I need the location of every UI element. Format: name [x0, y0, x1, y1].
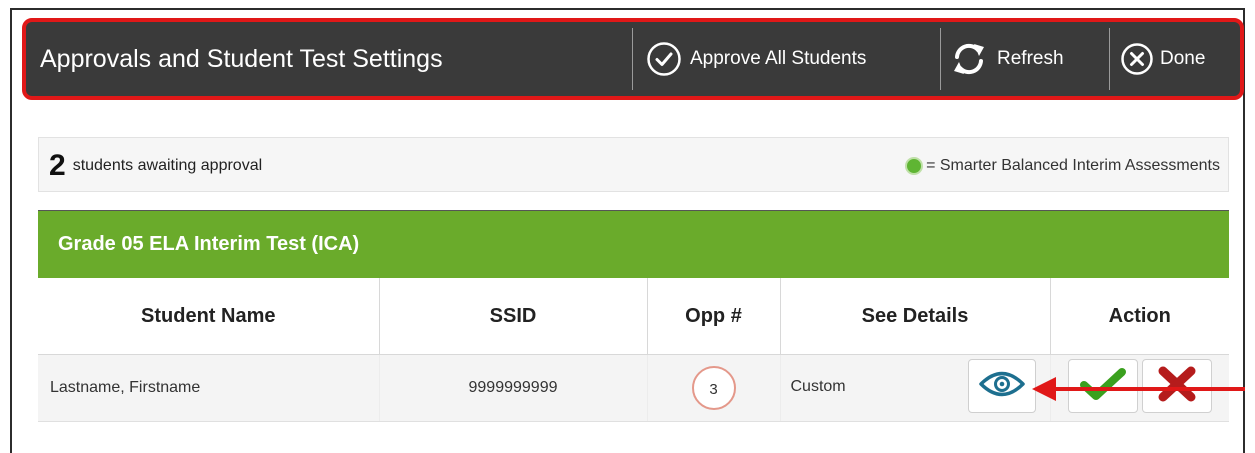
legend-text: = Smarter Balanced Interim Assessments: [926, 156, 1220, 174]
page-title: Approvals and Student Test Settings: [40, 45, 443, 73]
see-details-cell: Custom: [780, 354, 1051, 422]
test-group-header: Grade 05 ELA Interim Test (ICA): [38, 210, 1229, 278]
column-header-opp: Opp #: [647, 278, 781, 355]
column-header-student-name: Student Name: [38, 278, 380, 355]
done-label: Done: [1160, 48, 1206, 69]
ssid-cell: 9999999999: [379, 354, 648, 422]
column-header-action: Action: [1050, 278, 1229, 355]
dialog-header: Approvals and Student Test Settings Appr…: [22, 18, 1244, 100]
column-header-ssid: SSID: [379, 278, 648, 355]
awaiting-count-number: 2: [49, 148, 66, 182]
done-button[interactable]: Done: [1120, 22, 1205, 96]
eye-icon: [978, 369, 1026, 404]
legend: = Smarter Balanced Interim Assessments: [905, 138, 1220, 193]
awaiting-count-text: students awaiting approval: [72, 156, 263, 174]
refresh-label: Refresh: [997, 48, 1064, 69]
refresh-icon: [950, 40, 988, 78]
close-circle-icon: [1120, 42, 1154, 76]
see-details-button[interactable]: [967, 359, 1036, 413]
header-separator: [940, 28, 941, 90]
column-header-see-details: See Details: [780, 278, 1051, 355]
check-circle-icon: [646, 41, 682, 77]
opp-cell: 3: [647, 354, 781, 422]
awaiting-count: 2 students awaiting approval: [49, 138, 262, 193]
approve-all-students-button[interactable]: Approve All Students: [646, 22, 866, 96]
details-label: Custom: [790, 378, 846, 395]
green-dot-icon: [905, 156, 924, 175]
red-arrow-icon: [1032, 377, 1245, 401]
refresh-button[interactable]: Refresh: [950, 22, 1064, 96]
table-header-row: Student Name SSID Opp # See Details Acti…: [38, 278, 1229, 355]
header-separator: [1109, 28, 1110, 90]
test-name: Grade 05 ELA Interim Test (ICA): [58, 233, 360, 255]
header-separator: [632, 28, 633, 90]
opportunity-badge: 3: [691, 366, 736, 410]
approval-summary-bar: 2 students awaiting approval = Smarter B…: [38, 137, 1229, 192]
student-name-cell: Lastname, Firstname: [38, 354, 380, 422]
approve-all-students-label: Approve All Students: [690, 48, 867, 69]
